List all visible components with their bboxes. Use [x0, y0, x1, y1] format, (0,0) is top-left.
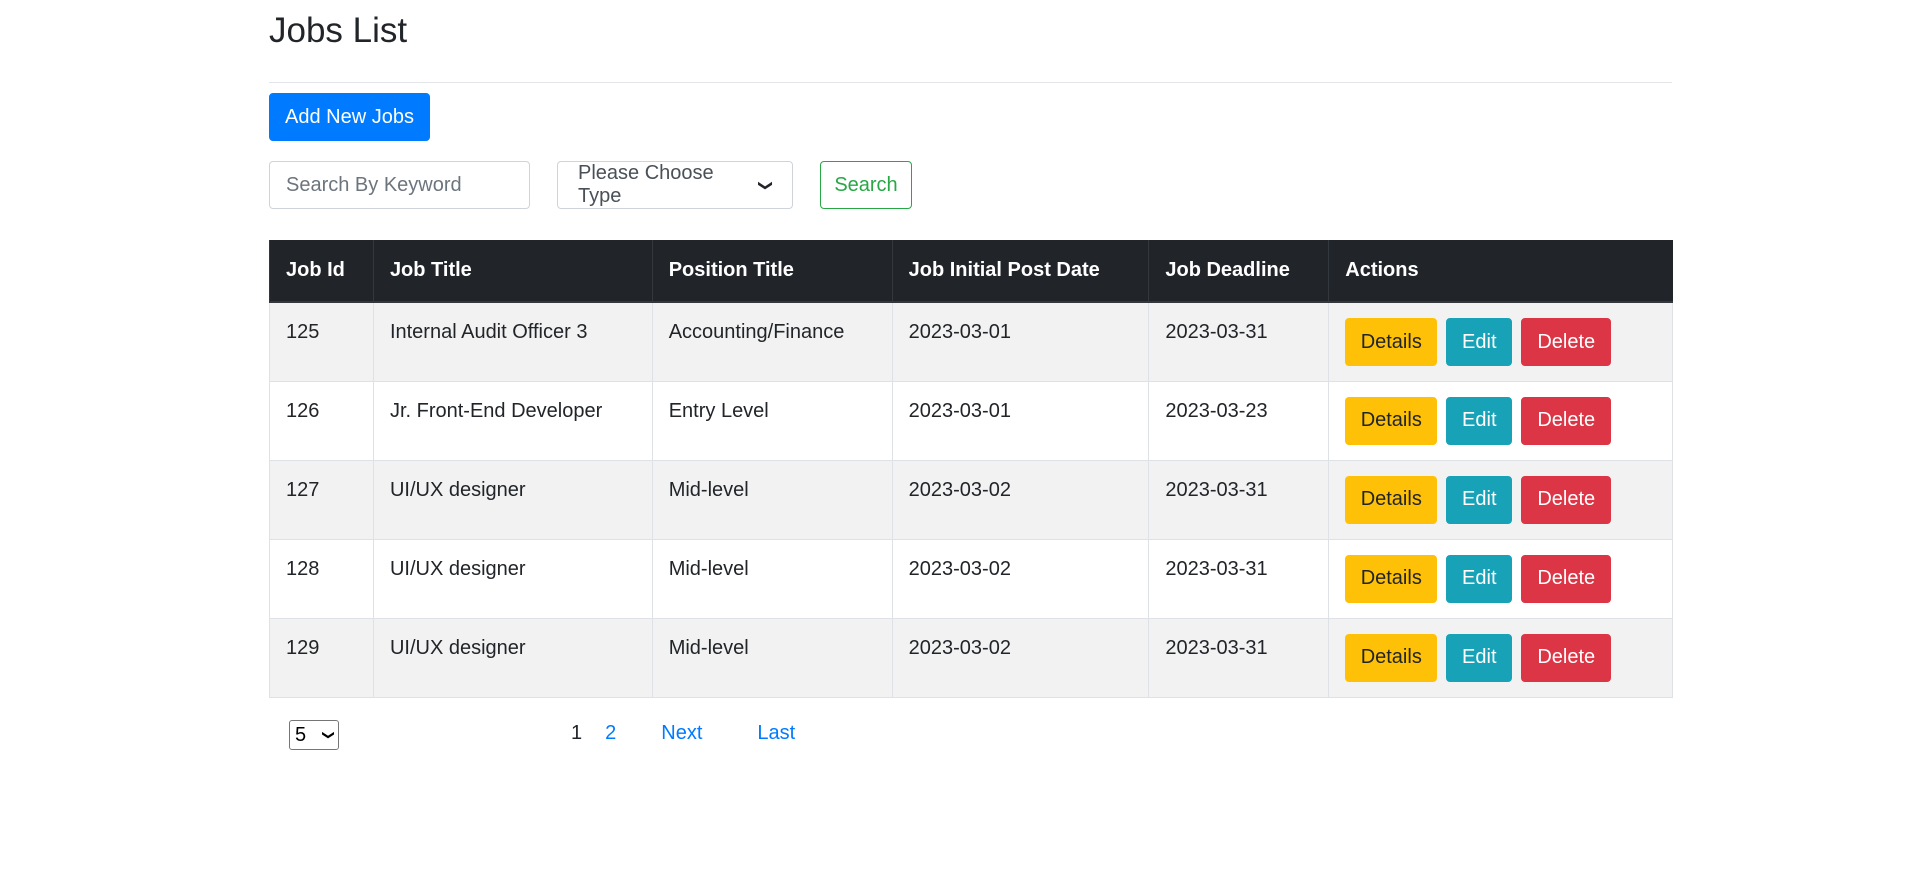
- details-button[interactable]: Details: [1345, 475, 1438, 524]
- details-button[interactable]: Details: [1345, 554, 1438, 603]
- chevron-down-icon: ❯: [321, 729, 336, 741]
- table-row: 127 UI/UX designer Mid-level 2023-03-02 …: [269, 459, 1673, 540]
- pagination: 1 2 Next Last: [571, 722, 795, 745]
- cell-actions: Details Edit Delete: [1328, 617, 1673, 698]
- cell-post-date: 2023-03-01: [891, 380, 1150, 461]
- header-job-id[interactable]: Job Id: [269, 240, 374, 303]
- table-header: Job Id Job Title Position Title Job Init…: [269, 240, 1673, 303]
- header-row: Job Id Job Title Position Title Job Init…: [269, 240, 1673, 303]
- cell-deadline: 2023-03-31: [1148, 301, 1330, 382]
- search-bar: Please Choose Type ❯ Search: [269, 161, 969, 209]
- edit-button[interactable]: Edit: [1446, 554, 1513, 603]
- next-page-link[interactable]: Next: [661, 722, 702, 745]
- page-container: Jobs List Add New Jobs Please Choose Typ…: [269, 0, 1673, 750]
- header-post-date[interactable]: Job Initial Post Date: [891, 240, 1149, 303]
- cell-deadline: 2023-03-23: [1148, 380, 1330, 461]
- cell-job-title: UI/UX designer: [372, 617, 653, 698]
- cell-job-id: 129: [269, 617, 374, 698]
- pagination-bar: 5 ❯ 1 2 Next Last: [269, 718, 969, 752]
- delete-button[interactable]: Delete: [1521, 554, 1612, 603]
- cell-position-title: Mid-level: [651, 459, 893, 540]
- cell-actions: Details Edit Delete: [1328, 459, 1673, 540]
- header-actions: Actions: [1328, 240, 1673, 303]
- search-button[interactable]: Search: [820, 161, 912, 209]
- edit-button[interactable]: Edit: [1446, 475, 1513, 524]
- cell-position-title: Mid-level: [651, 538, 893, 619]
- page-size-select[interactable]: 5 ❯: [289, 720, 339, 750]
- cell-job-id: 126: [269, 380, 374, 461]
- page-2-link[interactable]: 2: [605, 722, 616, 745]
- cell-actions: Details Edit Delete: [1328, 301, 1673, 382]
- cell-job-id: 127: [269, 459, 374, 540]
- table-row: 129 UI/UX designer Mid-level 2023-03-02 …: [269, 617, 1673, 698]
- chevron-down-icon: ❯: [758, 179, 775, 191]
- table-row: 128 UI/UX designer Mid-level 2023-03-02 …: [269, 538, 1673, 619]
- delete-button[interactable]: Delete: [1521, 475, 1612, 524]
- cell-post-date: 2023-03-02: [891, 617, 1150, 698]
- add-new-jobs-button[interactable]: Add New Jobs: [269, 93, 430, 141]
- table-body: 125 Internal Audit Officer 3 Accounting/…: [269, 301, 1673, 698]
- page-size-value: 5: [295, 723, 307, 746]
- edit-button[interactable]: Edit: [1446, 396, 1513, 445]
- cell-job-title: UI/UX designer: [372, 538, 653, 619]
- page-1-current[interactable]: 1: [571, 722, 582, 745]
- cell-post-date: 2023-03-02: [891, 538, 1150, 619]
- cell-job-title: UI/UX designer: [372, 459, 653, 540]
- title-divider: [269, 82, 1672, 83]
- header-position-title[interactable]: Position Title: [651, 240, 893, 303]
- cell-deadline: 2023-03-31: [1148, 617, 1330, 698]
- search-input[interactable]: [269, 161, 530, 209]
- edit-button[interactable]: Edit: [1446, 318, 1513, 366]
- cell-job-title: Internal Audit Officer 3: [372, 301, 653, 382]
- cell-job-title: Jr. Front-End Developer: [372, 380, 653, 461]
- last-page-link[interactable]: Last: [757, 722, 795, 745]
- delete-button[interactable]: Delete: [1521, 633, 1612, 682]
- details-button[interactable]: Details: [1345, 633, 1438, 682]
- header-deadline[interactable]: Job Deadline: [1148, 240, 1329, 303]
- cell-job-id: 125: [269, 301, 374, 382]
- cell-post-date: 2023-03-01: [891, 301, 1150, 382]
- cell-deadline: 2023-03-31: [1148, 459, 1330, 540]
- cell-actions: Details Edit Delete: [1328, 538, 1673, 619]
- cell-actions: Details Edit Delete: [1328, 380, 1673, 461]
- edit-button[interactable]: Edit: [1446, 633, 1513, 682]
- page-title: Jobs List: [269, 11, 408, 50]
- cell-job-id: 128: [269, 538, 374, 619]
- cell-position-title: Accounting/Finance: [651, 301, 893, 382]
- cell-post-date: 2023-03-02: [891, 459, 1150, 540]
- details-button[interactable]: Details: [1345, 396, 1438, 445]
- delete-button[interactable]: Delete: [1521, 318, 1612, 366]
- cell-position-title: Mid-level: [651, 617, 893, 698]
- type-select[interactable]: Please Choose Type ❯: [557, 161, 793, 209]
- table-row: 126 Jr. Front-End Developer Entry Level …: [269, 380, 1673, 461]
- header-job-title[interactable]: Job Title: [372, 240, 653, 303]
- table-row: 125 Internal Audit Officer 3 Accounting/…: [269, 301, 1673, 382]
- cell-position-title: Entry Level: [651, 380, 893, 461]
- delete-button[interactable]: Delete: [1521, 396, 1612, 445]
- type-select-value: Please Choose Type: [578, 162, 714, 207]
- jobs-table: Job Id Job Title Position Title Job Init…: [269, 240, 1673, 698]
- details-button[interactable]: Details: [1345, 318, 1438, 366]
- cell-deadline: 2023-03-31: [1148, 538, 1330, 619]
